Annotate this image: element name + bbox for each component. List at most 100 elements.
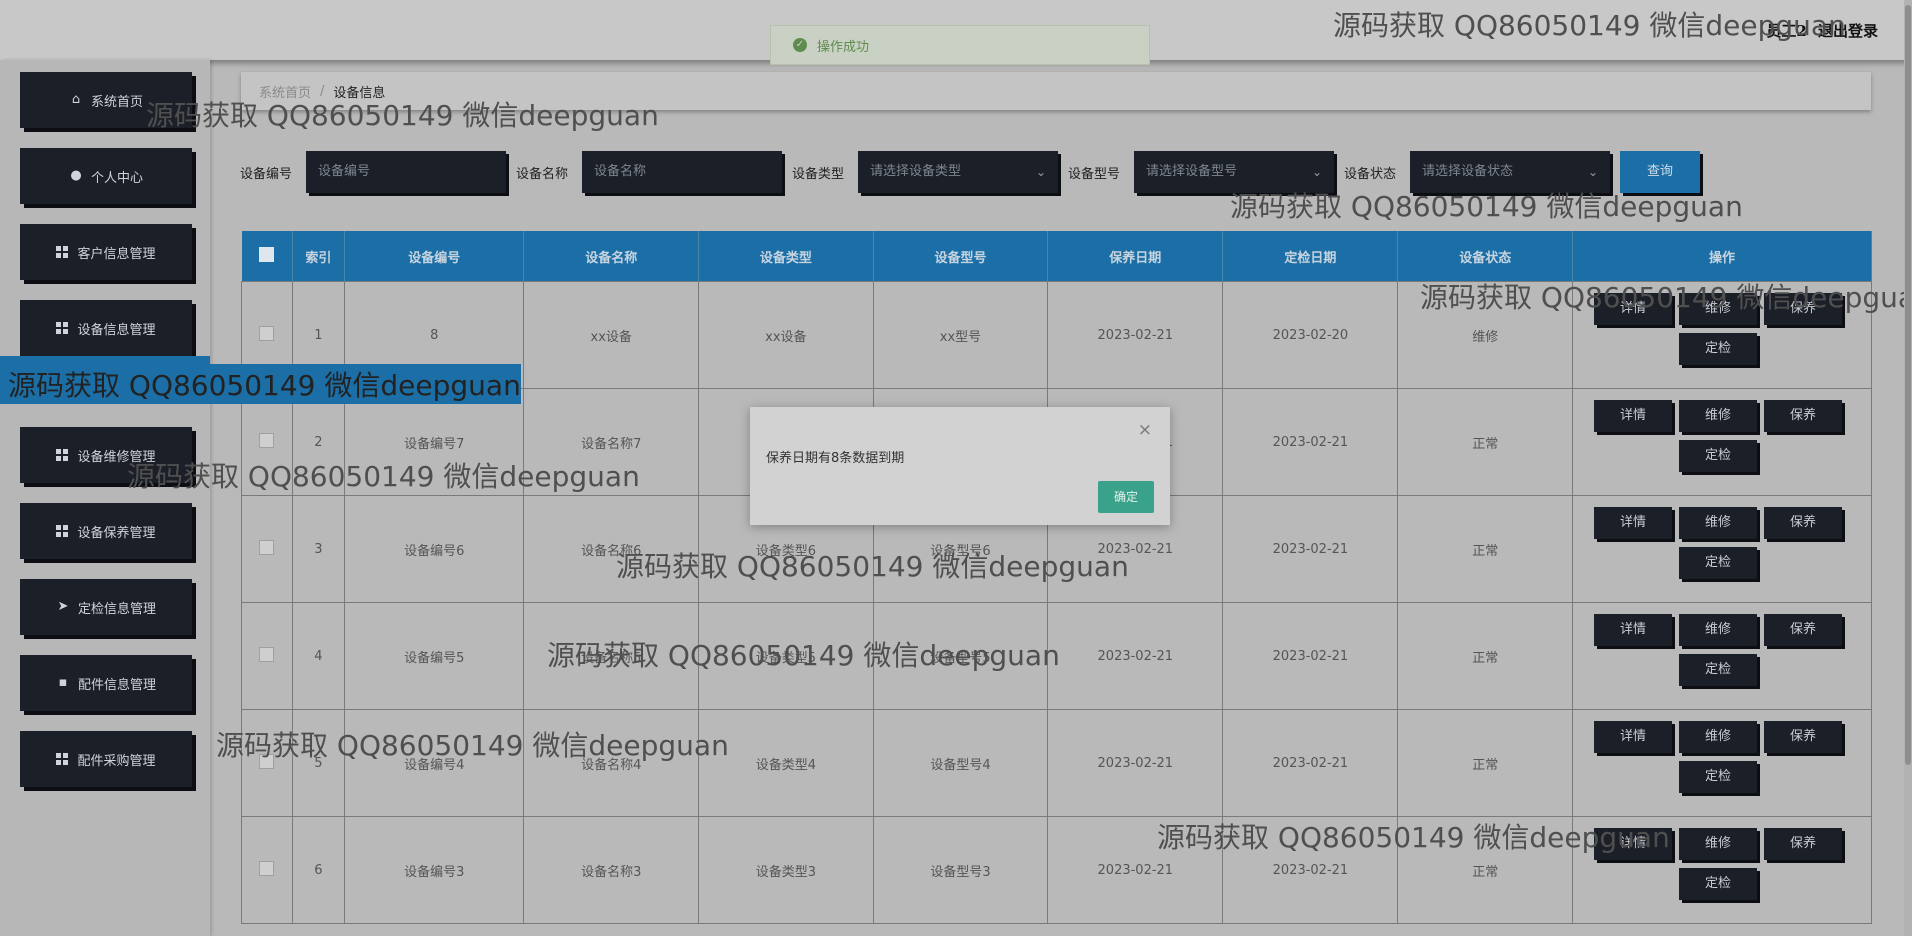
row-select-cell [241, 709, 293, 817]
detail-button[interactable]: 详情 [1594, 614, 1673, 646]
status-select[interactable]: 请选择设备状态 ⌄ [1410, 151, 1610, 193]
breadcrumb-current: 设备信息 [333, 85, 386, 101]
model-select[interactable]: 请选择设备型号 ⌄ [1134, 151, 1334, 193]
row-checkbox[interactable] [259, 325, 275, 341]
type-label: 设备类型 [792, 167, 845, 182]
table-cell: 正常 [1397, 602, 1574, 710]
table-cell: 正常 [1397, 495, 1574, 603]
table-cell: 5 [291, 709, 345, 817]
table-cell: 正常 [1397, 816, 1574, 924]
query-button[interactable]: 查询 [1620, 151, 1700, 193]
confirm-button[interactable]: 确定 [1098, 481, 1154, 513]
actions-cell: 详情 维修 保养 定检 [1572, 602, 1872, 710]
check-circle-icon: ✓ [793, 38, 807, 52]
table-cell: 维修 [1397, 281, 1574, 389]
table-cell: 6 [291, 816, 345, 924]
maintain-button[interactable]: 保养 [1764, 400, 1843, 432]
status-select-value: 请选择设备状态 [1422, 164, 1514, 179]
sidebar-item-customers[interactable]: 客户信息管理 [20, 224, 192, 280]
row-checkbox[interactable] [259, 539, 275, 555]
breadcrumb-home[interactable]: 系统首页 [259, 82, 311, 101]
sidebar-item-profile[interactable]: ● 个人中心 [20, 148, 192, 204]
table-cell: xx型号 [872, 281, 1049, 389]
sidebar-item-devices[interactable]: 设备信息管理 [20, 300, 192, 356]
sidebar-item-inspection[interactable]: ➤ 定检信息管理 [20, 579, 192, 635]
dialog-message: 保养日期有8条数据到期 [766, 451, 905, 466]
sidebar-item-active[interactable] [0, 356, 210, 404]
table-cell: 设备型号3 [872, 816, 1049, 924]
row-checkbox[interactable] [259, 432, 275, 448]
code-input[interactable]: 设备编号 [306, 151, 506, 193]
row-select-cell [241, 495, 293, 603]
inspect-button[interactable]: 定检 [1679, 333, 1758, 365]
table-cell: 设备类型5 [698, 602, 874, 710]
actions-cell: 详情 维修 保养 定检 [1572, 709, 1872, 817]
sidebar-item-label: 设备保养管理 [77, 525, 156, 541]
repair-button[interactable]: 维修 [1679, 721, 1758, 753]
sidebar-item-home[interactable]: ⌂ 系统首页 [20, 72, 192, 128]
repair-button[interactable]: 维修 [1679, 400, 1758, 432]
inspect-button[interactable]: 定检 [1679, 440, 1758, 472]
user-icon: ● [70, 168, 82, 183]
table-header-row: 索引 设备编号 设备名称 设备类型 设备型号 保养日期 定检日期 设备状态 操作 [241, 231, 1872, 282]
code-label: 设备编号 [240, 167, 293, 182]
sidebar-item-maintenance[interactable]: 设备保养管理 [20, 503, 192, 559]
maintain-button[interactable]: 保养 [1764, 614, 1843, 646]
model-select-value: 请选择设备型号 [1146, 164, 1238, 179]
inspect-button[interactable]: 定检 [1679, 868, 1758, 900]
column-header: 设备类型 [698, 231, 874, 282]
sidebar-item-label: 定检信息管理 [77, 601, 156, 617]
name-input[interactable]: 设备名称 [582, 151, 782, 193]
detail-button[interactable]: 详情 [1594, 828, 1673, 860]
inspect-button[interactable]: 定检 [1679, 547, 1758, 579]
inspect-button[interactable]: 定检 [1679, 654, 1758, 686]
detail-button[interactable]: 详情 [1594, 400, 1673, 432]
maintain-button[interactable]: 保养 [1764, 507, 1843, 539]
row-checkbox[interactable] [259, 860, 275, 876]
type-select[interactable]: 请选择设备类型 ⌄ [858, 151, 1058, 193]
table-row: 5 设备编号4 设备名称4 设备类型4 设备型号4 2023-02-21 2023-02-2… [241, 709, 1872, 817]
table-cell: 2023-02-21 [1222, 709, 1399, 817]
sidebar-item-purchase[interactable]: 配件采购管理 [20, 731, 192, 787]
maintain-button[interactable]: 保养 [1764, 293, 1843, 325]
repair-button[interactable]: 维修 [1679, 828, 1758, 860]
table-cell: 设备名称4 [523, 709, 700, 817]
row-checkbox[interactable] [259, 753, 275, 769]
detail-button[interactable]: 详情 [1594, 721, 1673, 753]
device-table: 索引 设备编号 设备名称 设备类型 设备型号 保养日期 定检日期 设备状态 操作… [241, 231, 1872, 924]
repair-button[interactable]: 维修 [1679, 614, 1758, 646]
inspect-button[interactable]: 定检 [1679, 761, 1758, 793]
sidebar-item-label: 配件信息管理 [77, 677, 156, 693]
table-cell: 1 [291, 281, 345, 389]
column-header: 设备编号 [344, 231, 525, 282]
table-cell: 设备类型4 [698, 709, 874, 817]
sidebar-item-label: 设备信息管理 [77, 322, 156, 338]
table-cell: xx设备 [698, 281, 874, 389]
table-cell: 设备编号5 [343, 602, 525, 710]
chevron-down-icon: ⌄ [1311, 165, 1322, 179]
sidebar-item-label: 个人中心 [90, 170, 143, 186]
sidebar-item-repair[interactable]: 设备维修管理 [20, 427, 192, 483]
detail-button[interactable]: 详情 [1594, 293, 1673, 325]
repair-button[interactable]: 维修 [1679, 507, 1758, 539]
maintain-button[interactable]: 保养 [1764, 828, 1843, 860]
table-cell: 2023-02-21 [1047, 602, 1224, 710]
table-cell: 正常 [1397, 388, 1574, 496]
close-icon[interactable]: × [1138, 420, 1152, 440]
maintain-button[interactable]: 保养 [1764, 721, 1843, 753]
table-row: 6 设备编号3 设备名称3 设备类型3 设备型号3 2023-02-21 2023-02-2… [241, 816, 1872, 924]
grid-icon [56, 246, 69, 258]
sidebar-item-label: 配件采购管理 [77, 753, 156, 769]
row-checkbox[interactable] [259, 646, 275, 662]
sidebar-item-label: 设备维修管理 [77, 449, 156, 465]
repair-button[interactable]: 维修 [1679, 293, 1758, 325]
detail-button[interactable]: 详情 [1594, 507, 1673, 539]
select-all-checkbox[interactable] [259, 246, 275, 262]
page-scrollbar[interactable] [1904, 0, 1912, 936]
logout-link[interactable]: 退出登录 [1818, 22, 1878, 40]
send-icon: ➤ [57, 599, 69, 614]
table-cell: xx设备 [523, 281, 700, 389]
sidebar-item-parts[interactable]: ▪ 配件信息管理 [20, 655, 192, 711]
scrollbar-thumb[interactable] [1905, 5, 1911, 765]
table-cell: 设备型号4 [872, 709, 1049, 817]
